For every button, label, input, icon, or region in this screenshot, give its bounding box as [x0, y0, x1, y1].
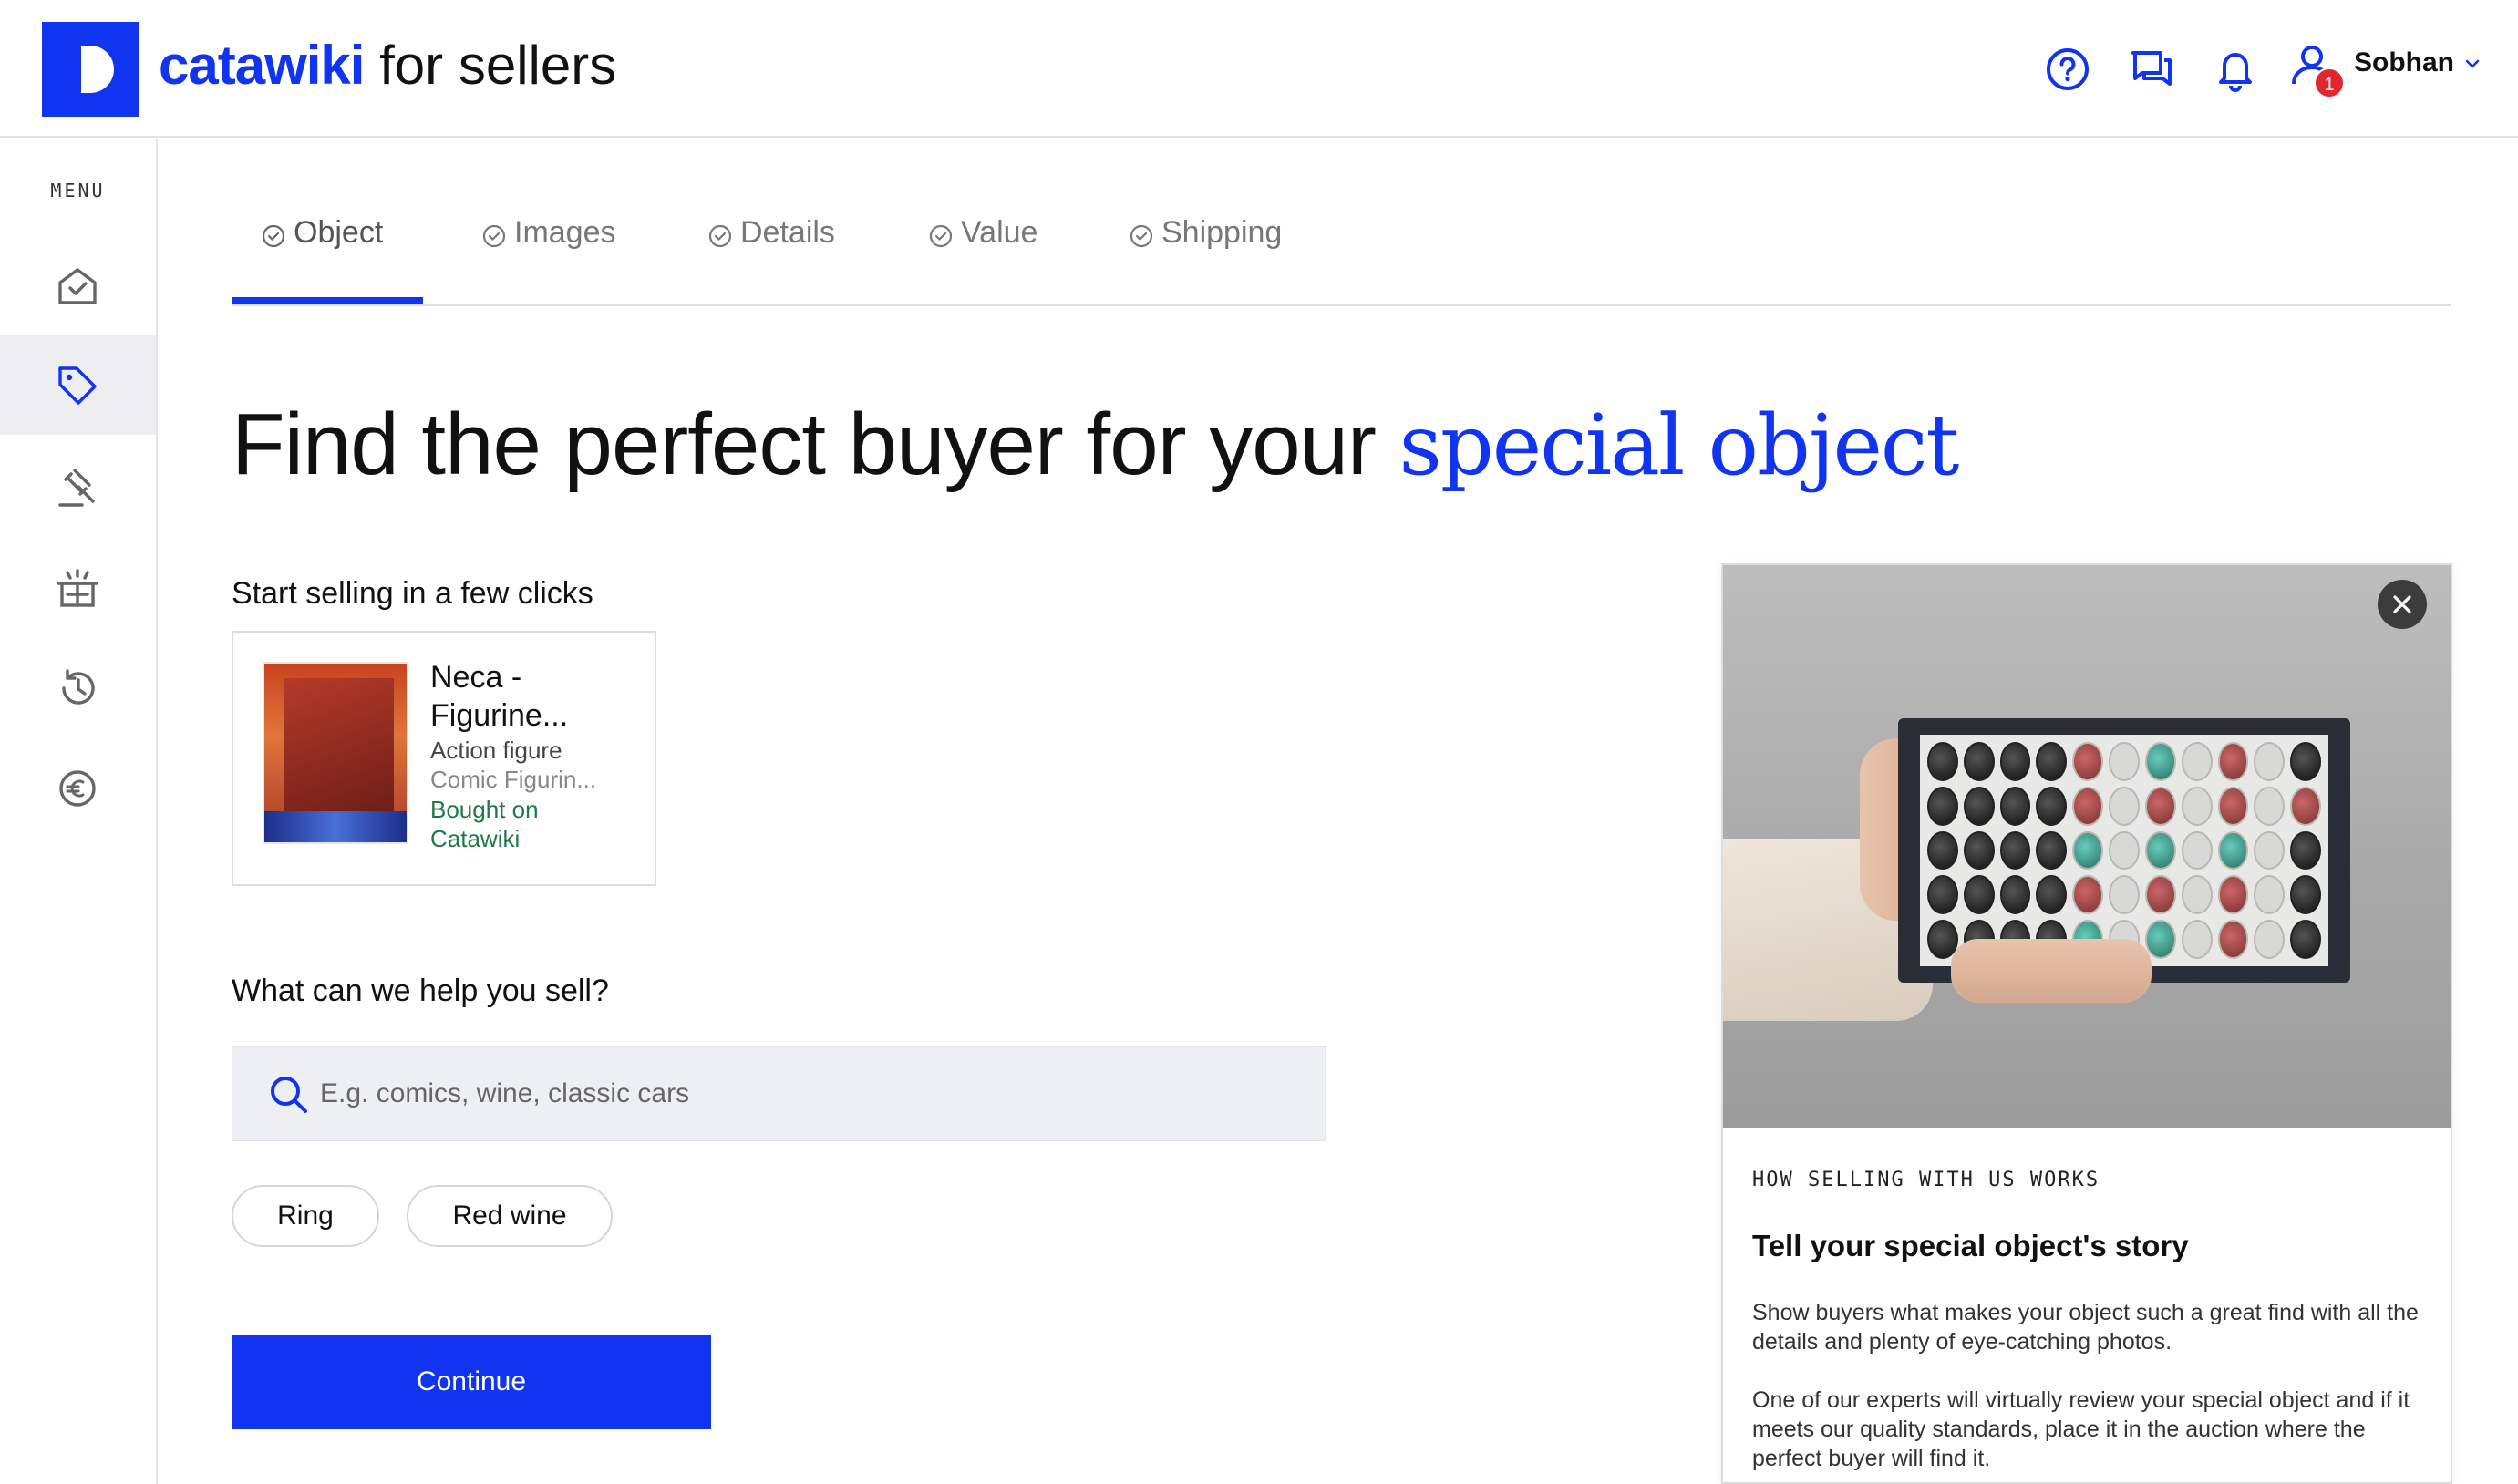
panel-paragraph-1: Show buyers what makes your object such … [1752, 1300, 2419, 1355]
search-input[interactable] [320, 1047, 1305, 1140]
close-icon [2393, 595, 2411, 613]
suggestion-chip-red-wine[interactable]: Red wine [407, 1185, 613, 1247]
recent-item-title: Neca - Figurine... [430, 660, 569, 733]
check-circle-icon [262, 224, 285, 248]
search-field [232, 1046, 1326, 1141]
tab-images[interactable]: Images [481, 206, 616, 306]
brand-suffix: for sellers [379, 35, 617, 96]
tab-label: Details [740, 215, 835, 250]
brand-name: catawiki [159, 35, 365, 96]
home-check-icon [58, 268, 97, 304]
menu-label: MENU [50, 180, 106, 201]
search-heading: What can we help you sell? [232, 974, 609, 1008]
tab-label: Value [961, 215, 1038, 250]
product-thumbnail [263, 662, 408, 844]
gavel-icon [58, 469, 95, 507]
page-title-accent: special object [1398, 397, 1960, 494]
tab-label: Images [514, 215, 616, 250]
tab-value[interactable]: Value [928, 206, 1037, 306]
tab-object[interactable]: Object [261, 206, 383, 306]
user-menu[interactable]: 1 [2288, 40, 2345, 98]
catawiki-logo[interactable] [42, 22, 139, 117]
recent-item-card[interactable]: Neca - Figurine... Action figure Comic F… [232, 631, 656, 886]
recent-heading: Start selling in a few clicks [232, 576, 593, 611]
tab-label: Shipping [1161, 215, 1283, 250]
tab-details[interactable]: Details [707, 206, 835, 306]
sidebar-item-sell[interactable] [0, 335, 156, 435]
messages-icon[interactable] [2126, 44, 2177, 95]
help-icon[interactable] [2042, 44, 2093, 95]
top-header: catawiki for sellers 1 Sobhan [0, 0, 2518, 138]
close-button[interactable] [2378, 580, 2427, 629]
search-icon [271, 1077, 307, 1113]
step-tabs: Object Images Details Value Shipping [232, 206, 2451, 306]
tab-label: Object [294, 215, 384, 250]
panel-paragraph-2: One of our experts will virtually review… [1752, 1387, 2410, 1471]
check-circle-icon [929, 224, 953, 248]
notification-badge: 1 [2314, 67, 2345, 98]
history-icon [62, 669, 95, 705]
recent-item-source: Bought on Catawiki [430, 796, 539, 852]
euro-icon [59, 770, 96, 807]
check-circle-icon [708, 224, 732, 248]
sidebar-item-payments[interactable] [0, 737, 156, 838]
user-name[interactable]: Sobhan [2354, 47, 2454, 78]
tag-icon [58, 366, 97, 405]
suggestion-chip-ring[interactable]: Ring [232, 1185, 379, 1247]
check-circle-icon [482, 224, 506, 248]
display-case-photo [1723, 565, 2451, 1128]
panel-title: Tell your special object's story [1752, 1229, 2189, 1262]
brand-title[interactable]: catawiki for sellers [159, 31, 616, 100]
sidebar: MENU [0, 139, 158, 1484]
sidebar-item-auctions[interactable] [0, 437, 156, 537]
page-title-text: Find the perfect buyer for your [232, 396, 1399, 493]
active-tab-indicator [232, 297, 423, 304]
page-title: Find the perfect buyer for your special … [232, 392, 1960, 499]
sidebar-item-history[interactable] [0, 637, 156, 737]
bell-icon[interactable] [2210, 44, 2261, 95]
panel-kicker: HOW SELLING WITH US WORKS [1752, 1169, 2100, 1191]
tab-shipping[interactable]: Shipping [1129, 206, 1282, 306]
sidebar-item-shipping[interactable] [0, 537, 156, 637]
check-circle-icon [1130, 224, 1153, 248]
chevron-down-icon[interactable] [2461, 53, 2483, 75]
gift-box-icon [57, 569, 98, 607]
sidebar-item-home[interactable] [0, 234, 156, 335]
info-panel: HOW SELLING WITH US WORKS Tell your spec… [1721, 563, 2452, 1484]
recent-item-subcategory: Comic Figurin... [430, 766, 597, 793]
recent-item-category: Action figure [430, 737, 562, 764]
continue-button[interactable]: Continue [232, 1335, 711, 1429]
